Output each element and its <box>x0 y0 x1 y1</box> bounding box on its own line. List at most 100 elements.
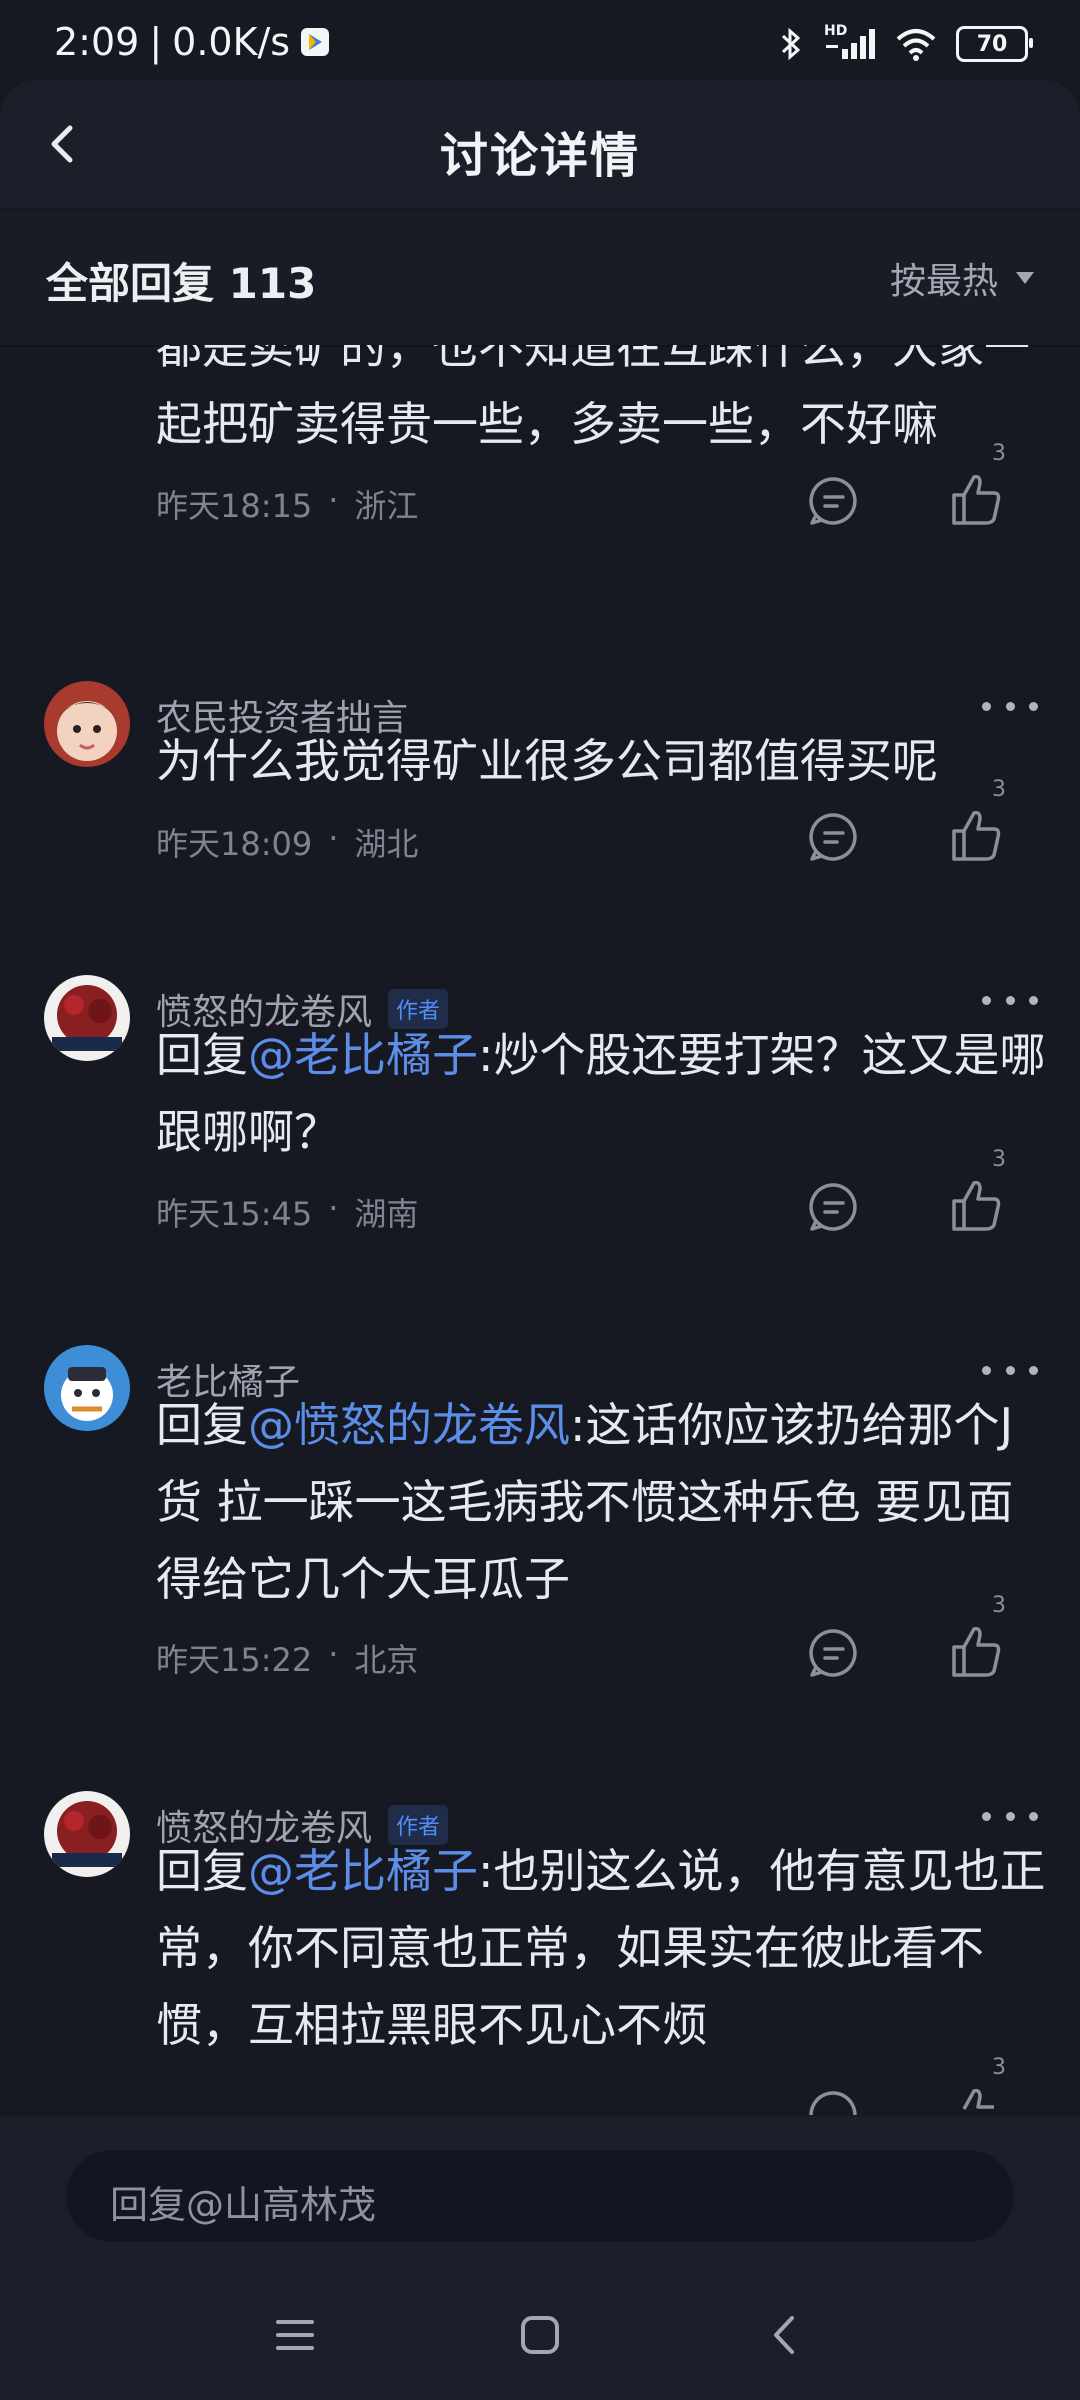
comment-meta: 昨天18:09 · 湖北 <box>156 819 418 865</box>
comment-text: 回复@老比橘子:也别这么说，他有意见也正常，你不同意也正常，如果实在彼此看不惯，… <box>156 1833 1046 2064</box>
comment-text: 回复@老比橘子:炒个股还要打架？这又是哪跟哪啊？ <box>156 1017 1046 1171</box>
dot-icon <box>1005 995 1015 1005</box>
comment-time: 昨天15:45 <box>156 1195 313 1233</box>
avatar-image <box>44 1791 130 1877</box>
more-options-button[interactable] <box>982 1801 1038 1831</box>
comment-text: 回复@愤怒的龙卷风:这话你应该扔给那个J货 拉一踩一这毛病我不惯这种乐色 要见面… <box>156 1387 1046 1618</box>
thumbs-up-icon[interactable] <box>946 2083 1006 2115</box>
comment-time: 昨天15:22 <box>156 1641 313 1679</box>
mention-link[interactable]: @老比橘子 <box>248 1028 478 1082</box>
menu-icon[interactable] <box>270 2310 320 2360</box>
sort-dropdown[interactable]: 按最热 <box>890 252 1034 304</box>
page-title: 讨论详情 <box>439 128 640 184</box>
meta-dot: · <box>328 819 339 857</box>
avatar[interactable] <box>44 975 130 1061</box>
replies-header: 全部回复 113 按最热 <box>0 210 1080 347</box>
reply-count-title: 全部回复 113 <box>46 259 317 308</box>
caret-down-icon <box>1016 272 1034 284</box>
avatar[interactable] <box>44 1791 130 1877</box>
battery-level: 70 <box>976 31 1008 57</box>
dot-icon <box>1005 1365 1015 1375</box>
system-nav-bar <box>0 2266 1080 2400</box>
comment-location: 浙江 <box>354 487 419 525</box>
dot-icon <box>1029 1365 1038 1375</box>
back-chevron-icon[interactable] <box>760 2310 810 2360</box>
dot-icon <box>1029 701 1038 711</box>
thumbs-up-icon[interactable] <box>946 469 1006 529</box>
bluetooth-icon <box>781 27 801 61</box>
status-right: HD 70 <box>778 23 1033 62</box>
dot-icon <box>982 1365 991 1375</box>
text-segment: 为什么我觉得矿业很多公司都值得买呢 <box>156 734 938 788</box>
like-count: 3 <box>992 1593 1006 1618</box>
text-segment: 回复 <box>156 1028 248 1082</box>
avatar[interactable] <box>44 681 130 767</box>
thumbs-up-icon[interactable] <box>946 805 1006 865</box>
avatar[interactable] <box>44 1345 130 1431</box>
reply-icon[interactable] <box>806 1625 862 1681</box>
more-options-button[interactable] <box>982 985 1038 1015</box>
reply-icon[interactable] <box>806 1179 862 1235</box>
comment-item: 都是卖矿的，也不知道在互踩什么，大家一起把矿卖得贵一些，多卖一些，不好嘛 昨天1… <box>0 345 1080 545</box>
thumbs-up-icon[interactable] <box>946 1175 1006 1235</box>
wifi-icon <box>896 29 936 61</box>
sort-label: 按最热 <box>889 261 998 302</box>
status-separator: | <box>149 20 163 64</box>
comment-item: 愤怒的龙卷风 作者 回复@老比橘子:炒个股还要打架？这又是哪跟哪啊？ 昨天15:… <box>0 975 1080 1295</box>
dot-icon <box>982 1811 991 1821</box>
avatar-image <box>44 975 130 1061</box>
avatar-image <box>44 1345 130 1431</box>
comment-location: 北京 <box>354 1641 419 1679</box>
reply-icon[interactable] <box>806 473 862 529</box>
comment-location: 湖北 <box>354 825 419 863</box>
status-left: 2:09 | 0.0K/s <box>54 20 330 64</box>
text-segment: 回复 <box>156 1844 248 1898</box>
comment-text: 为什么我觉得矿业很多公司都值得买呢 <box>156 723 1046 800</box>
status-time: 2:09 <box>54 20 140 64</box>
mention-link[interactable]: @愤怒的龙卷风 <box>248 1398 570 1452</box>
like-count: 3 <box>992 441 1006 466</box>
comment-meta: 昨天15:22 · 北京 <box>156 1635 418 1681</box>
like-count: 3 <box>992 777 1006 802</box>
play-store-icon <box>301 28 330 56</box>
status-bar: 2:09 | 0.0K/s HD 70 <box>0 0 1080 80</box>
meta-dot: · <box>328 1189 339 1227</box>
dot-icon <box>982 995 991 1005</box>
comment-text: 都是卖矿的，也不知道在互踩什么，大家一起把矿卖得贵一些，多卖一些，不好嘛 <box>156 345 1046 463</box>
comment-time: 昨天18:15 <box>156 487 313 525</box>
like-count: 3 <box>992 2055 1006 2080</box>
dot-icon <box>1005 1811 1015 1821</box>
comment-time: 昨天18:09 <box>156 825 313 863</box>
more-options-button[interactable] <box>982 691 1038 721</box>
reply-input[interactable]: 回复@山高林茂 <box>66 2150 1014 2242</box>
comment-list[interactable]: 都是卖矿的，也不知道在互踩什么，大家一起把矿卖得贵一些，多卖一些，不好嘛 昨天1… <box>0 345 1080 2115</box>
more-options-button[interactable] <box>982 1355 1038 1385</box>
cell-signal-icon <box>826 29 875 59</box>
comment-item: 农民投资者拙言 为什么我觉得矿业很多公司都值得买呢 昨天18:09 · 湖北 3 <box>0 681 1080 921</box>
comment-meta: 昨天18:15 · 浙江 <box>156 481 418 527</box>
comment-item: 老比橘子 回复@愤怒的龙卷风:这话你应该扔给那个J货 拉一踩一这毛病我不惯这种乐… <box>0 1345 1080 1745</box>
mention-link[interactable]: @老比橘子 <box>248 1844 478 1898</box>
dot-icon <box>982 701 991 711</box>
battery-icon: 70 <box>956 26 1033 62</box>
dot-icon <box>1029 1811 1038 1821</box>
text-segment: 回复 <box>156 1398 248 1452</box>
top-nav: 讨论详情 <box>0 80 1080 208</box>
reply-icon[interactable] <box>806 809 862 865</box>
like-count: 3 <box>992 1147 1006 1172</box>
text-segment: 都是卖矿的，也不知道在互踩什么，大家一起把矿卖得贵一些，多卖一些，不好嘛 <box>156 345 1030 451</box>
reply-icon[interactable] <box>806 2087 862 2115</box>
comment-item: 愤怒的龙卷风 作者 回复@老比橘子:也别这么说，他有意见也正常，你不同意也正常，… <box>0 1791 1080 2115</box>
meta-dot: · <box>328 481 339 519</box>
reply-input-placeholder: 回复@山高林茂 <box>110 2183 377 2227</box>
reply-bar: 回复@山高林茂 <box>0 2116 1080 2266</box>
thumbs-up-icon[interactable] <box>946 1621 1006 1681</box>
comment-location: 湖南 <box>354 1195 419 1233</box>
home-square-icon[interactable] <box>515 2310 565 2360</box>
signal-group: HD <box>824 23 876 61</box>
dot-icon <box>1005 701 1015 711</box>
avatar-image <box>44 681 130 767</box>
dot-icon <box>1029 995 1038 1005</box>
network-speed: 0.0K/s <box>172 20 291 64</box>
comment-meta: 昨天15:45 · 湖南 <box>156 1189 418 1235</box>
